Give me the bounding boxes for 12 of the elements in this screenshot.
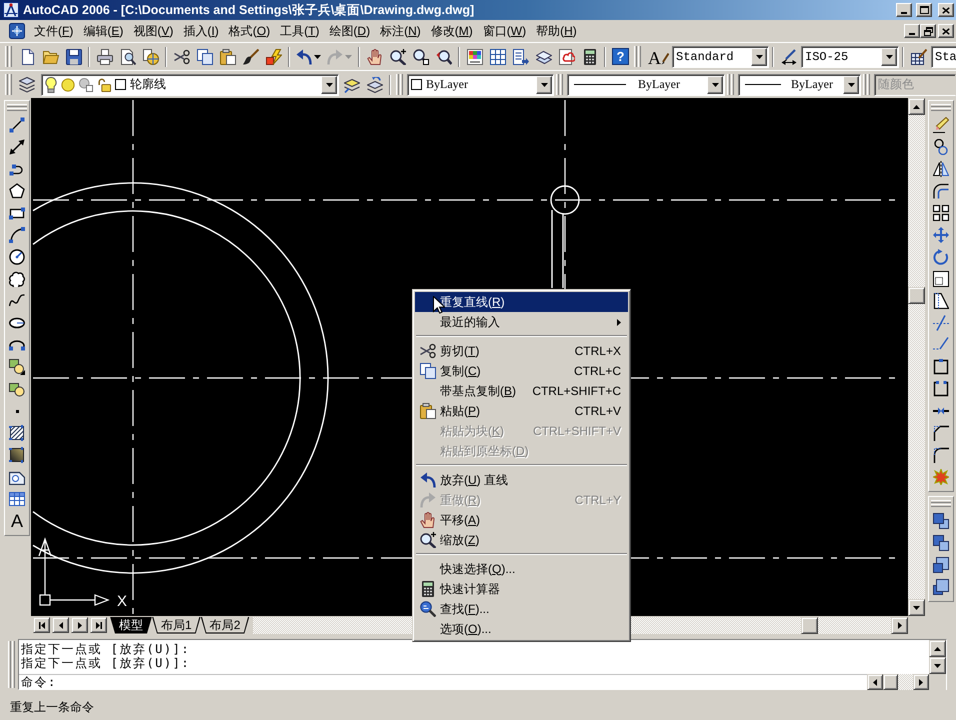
- status-text: 重复上一条命令: [10, 698, 94, 716]
- shortcut-text: CTRL+V: [574, 404, 621, 418]
- command-history-line: 指定下一点或 [放弃(U)]:: [21, 642, 192, 656]
- shortcut-text: CTRL+Y: [574, 493, 621, 507]
- shortcut-text: CTRL+SHIFT+C: [532, 384, 621, 398]
- shortcut-text: CTRL+X: [574, 344, 621, 358]
- shortcut-text: CTRL+SHIFT+V: [532, 424, 621, 438]
- command-history-line: 指定下一点或 [放弃(U)]:: [21, 656, 192, 670]
- axis-label: X: [117, 593, 128, 610]
- shortcut-text: CTRL+C: [574, 364, 621, 378]
- window-title: AutoCAD 2006 - [C:\Documents and Settings\张子兵\桌面\Drawing.dwg.dwg]: [23, 2, 476, 18]
- plot-style-dropdown: 随颜色: [874, 74, 956, 96]
